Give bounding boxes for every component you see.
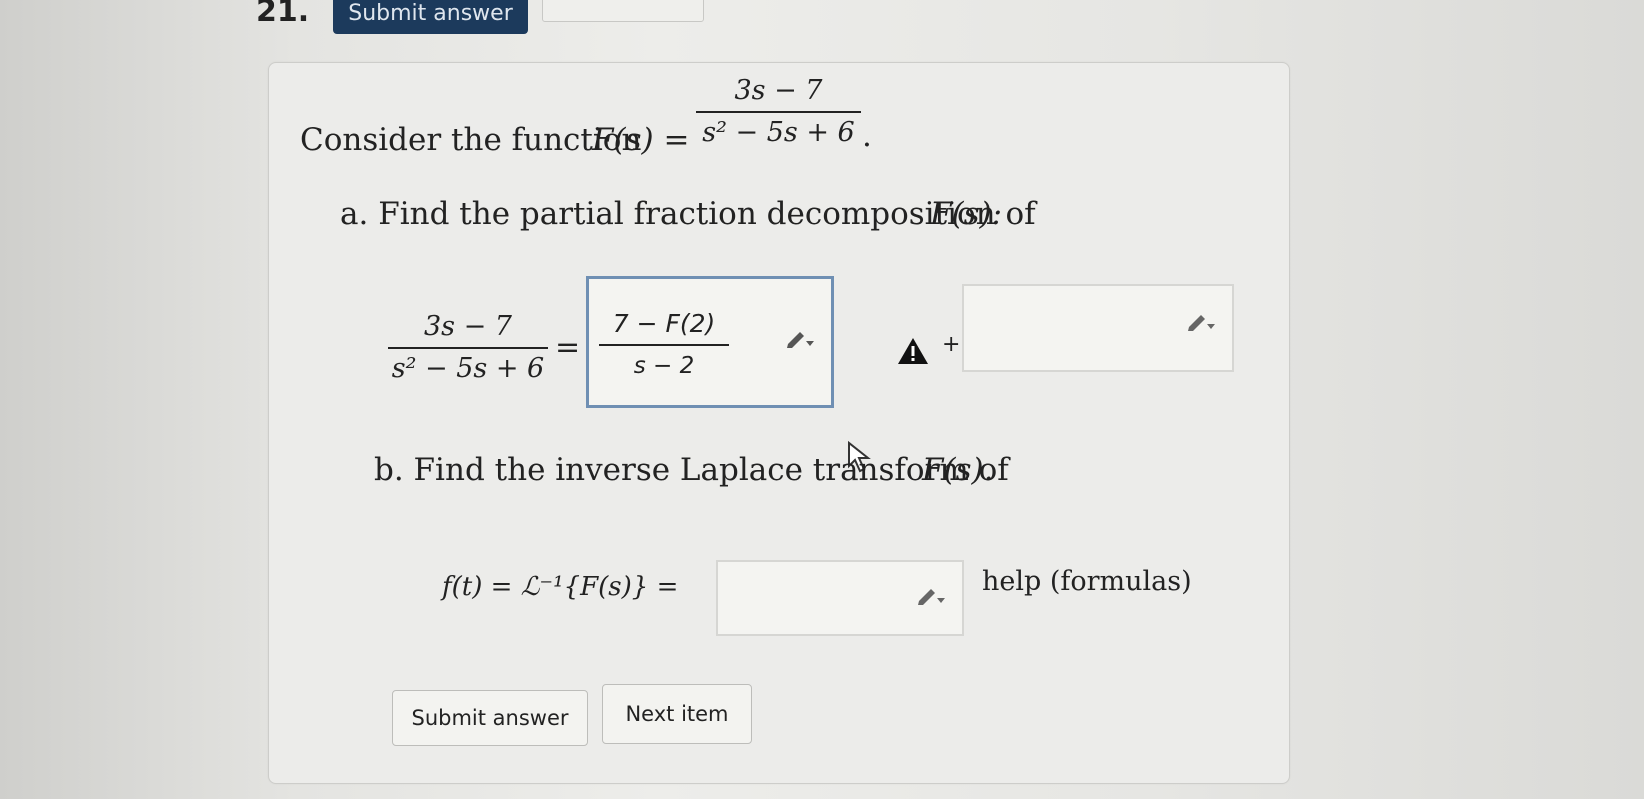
answer-1-denominator: s − 2: [633, 353, 695, 379]
question-card: [268, 62, 1290, 784]
answer-1-numerator: 7 − F(2): [612, 309, 716, 338]
inverse-laplace-answer[interactable]: [716, 560, 964, 636]
pencil-dropdown-icon[interactable]: [1186, 312, 1216, 332]
warning-icon: [898, 338, 928, 364]
question-number: 21.: [256, 0, 310, 29]
fraction-bar: [696, 111, 861, 113]
function-period: .: [862, 118, 872, 154]
help-formulas-link[interactable]: help (formulas): [982, 566, 1192, 597]
answer-1-fraction: 7 − F(2) s − 2: [599, 307, 729, 383]
part-b-prompt: b. Find the inverse Laplace transform of: [374, 452, 1009, 488]
fraction-bar: [388, 347, 548, 349]
part-a-lhs-denominator: s² − 5s + 6: [391, 353, 545, 384]
part-b-prompt-math: F(s).: [922, 452, 994, 488]
part-b-lhs: f(t) = ℒ⁻¹{F(s)} =: [442, 572, 679, 602]
submit-answer-top-button[interactable]: Submit answer: [333, 0, 528, 34]
part-a-equals: =: [555, 330, 581, 365]
part-a-prompt-math: F(s):: [930, 196, 1003, 232]
part-a-lhs-fraction: 3s − 7 s² − 5s + 6: [388, 310, 548, 386]
function-denominator: s² − 5s + 6: [702, 117, 855, 148]
function-lhs: F(s) =: [592, 122, 690, 158]
question-intro: Consider the function: [300, 122, 642, 158]
fraction-bar: [599, 344, 729, 346]
next-item-button[interactable]: Next item: [602, 684, 752, 744]
top-secondary-button[interactable]: [542, 0, 704, 22]
function-numerator: 3s − 7: [734, 75, 823, 106]
function-fraction: 3s − 7 s² − 5s + 6: [696, 74, 861, 150]
pencil-dropdown-icon[interactable]: [785, 329, 815, 349]
plus-sign: +: [942, 332, 961, 357]
pencil-dropdown-icon[interactable]: [916, 586, 946, 606]
part-a-lhs-numerator: 3s − 7: [423, 311, 512, 342]
partial-fraction-answer-1[interactable]: 7 − F(2) s − 2: [586, 276, 834, 408]
partial-fraction-answer-2[interactable]: [962, 284, 1234, 372]
submit-answer-button[interactable]: Submit answer: [392, 690, 588, 746]
